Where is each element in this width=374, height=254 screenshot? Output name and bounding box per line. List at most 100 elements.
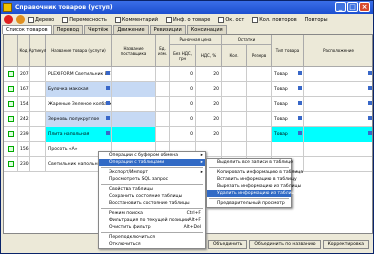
cell-type[interactable]: Товар <box>272 97 304 112</box>
cell-type[interactable]: Товар <box>272 112 304 127</box>
checkbox-repeat-count[interactable]: Кол. повторов <box>252 16 297 23</box>
cell-reserve[interactable] <box>247 97 272 112</box>
cell-vat[interactable]: 20 <box>196 97 222 112</box>
cell-vat[interactable]: 20 <box>196 82 222 97</box>
header-qty[interactable]: Кол. <box>222 45 247 67</box>
merge-by-name-button[interactable]: Объединить по названию <box>249 240 321 249</box>
cell-code[interactable]: 154 <box>18 97 30 112</box>
menu-item[interactable]: Предварительный просмотр <box>207 200 291 207</box>
cell-location[interactable] <box>304 82 372 97</box>
adjustment-button[interactable]: Корректировка <box>322 240 369 249</box>
table-row[interactable]: 2393 Плита напольная 0 20 Товар <box>4 127 372 142</box>
dropdown-icon[interactable] <box>298 101 302 105</box>
cell-reserve[interactable] <box>247 67 272 82</box>
cell-article[interactable] <box>30 82 46 97</box>
cell-location[interactable] <box>304 127 372 142</box>
menu-item[interactable]: Экспорт/Импорт ▸ <box>99 169 205 176</box>
cell-code[interactable]: 1566 <box>18 142 30 157</box>
cell-supplier-name[interactable] <box>112 127 156 142</box>
cell-reserve[interactable] <box>247 82 272 97</box>
cell-unit[interactable] <box>156 127 170 142</box>
cell-unit[interactable] <box>156 112 170 127</box>
dropdown-icon[interactable] <box>298 116 302 120</box>
checkbox-movement[interactable]: Перемесность <box>62 16 107 23</box>
header-vat[interactable]: НДС, % <box>196 45 222 67</box>
dropdown-icon[interactable] <box>368 116 372 120</box>
cell-reserve[interactable] <box>247 112 272 127</box>
cell-article[interactable] <box>30 67 46 82</box>
dropdown-icon[interactable] <box>106 131 110 135</box>
cell-reserve[interactable] <box>247 127 272 142</box>
cell-unit[interactable] <box>156 97 170 112</box>
menu-item[interactable]: Восстановить состояние таблицы <box>99 200 205 207</box>
cell-name[interactable]: PLEXIFORM Светильник BETA <box>46 67 112 82</box>
menu-item[interactable]: Просмотреть SQL запрос <box>99 176 205 183</box>
table-row[interactable]: 154 Жареные Зеленое колбаски 0 20 Товар <box>4 97 372 112</box>
cell-article[interactable] <box>30 157 46 172</box>
cell-code[interactable]: 2393 <box>18 127 30 142</box>
dropdown-icon[interactable] <box>106 86 110 90</box>
header-location[interactable]: Расположение <box>304 35 372 67</box>
menu-item[interactable]: Удалить информацию из таблицы <box>207 190 298 197</box>
tab-drawing[interactable]: Чертёж <box>84 25 113 34</box>
menu-item[interactable]: Копировать информацию в таблица <box>207 169 303 176</box>
cell-code[interactable]: 1672 <box>18 82 30 97</box>
maximize-button[interactable]: □ <box>347 2 358 12</box>
checkbox-comment[interactable]: Комментарий <box>114 16 158 23</box>
checkbox-product-info[interactable]: Инф. о товаре <box>166 16 210 23</box>
menu-item[interactable]: Отключиться <box>99 241 205 248</box>
dropdown-icon[interactable] <box>368 71 372 75</box>
cell-no-vat[interactable]: 0 <box>170 97 196 112</box>
cell-unit[interactable] <box>156 67 170 82</box>
cell-name[interactable]: Жареные Зеленое колбаски <box>46 97 112 112</box>
cell-type[interactable]: Товар <box>272 82 304 97</box>
cell-code[interactable]: 2076 <box>18 67 30 82</box>
cell-qty[interactable] <box>222 112 247 127</box>
cell-qty[interactable] <box>222 127 247 142</box>
label-repeats[interactable]: Повторы <box>305 17 328 23</box>
close-button[interactable]: × <box>359 2 370 12</box>
dropdown-icon[interactable] <box>368 101 372 105</box>
cell-unit[interactable] <box>156 82 170 97</box>
dropdown-icon[interactable] <box>106 71 110 75</box>
cell-qty[interactable] <box>222 142 247 157</box>
cell-code[interactable]: 2423 <box>18 112 30 127</box>
cell-no-vat[interactable]: 0 <box>170 67 196 82</box>
cell-code[interactable]: 2306 <box>18 157 30 172</box>
dropdown-icon[interactable] <box>368 86 372 90</box>
menu-item[interactable]: Операции с таблицами ▸ <box>99 159 205 166</box>
cell-reserve[interactable] <box>247 142 272 157</box>
cell-article[interactable] <box>30 97 46 112</box>
tab-consignment[interactable]: Консинация <box>186 25 227 34</box>
header-reserve[interactable]: Резерв <box>247 45 272 67</box>
cell-no-vat[interactable]: 0 <box>170 112 196 127</box>
menu-item[interactable]: Операции с буфером обмена ▸ <box>99 152 205 159</box>
menu-item[interactable]: Свойства таблицы <box>99 186 205 193</box>
cell-qty[interactable] <box>222 82 247 97</box>
cell-article[interactable] <box>30 142 46 157</box>
cell-name[interactable]: Зерновь полукруглое <box>46 112 112 127</box>
cell-vat[interactable]: 20 <box>196 112 222 127</box>
cell-vat[interactable]: 20 <box>196 67 222 82</box>
cell-article[interactable] <box>30 112 46 127</box>
menu-item[interactable]: Фильтрация по текущей позиции Alt+F <box>99 217 205 224</box>
tab-translation[interactable]: Перевод <box>52 25 84 34</box>
menu-item[interactable]: Вставить информацию в таблицу <box>207 176 297 183</box>
tab-revisions[interactable]: Ревизиции <box>149 25 186 34</box>
dropdown-icon[interactable] <box>298 71 302 75</box>
stop-icon[interactable] <box>4 15 13 24</box>
cell-location[interactable] <box>304 67 372 82</box>
merge-button[interactable]: Объединить <box>207 240 248 249</box>
header-no-vat[interactable]: Без НДС, грн <box>170 45 196 67</box>
header-unit[interactable]: Ед. изм. <box>156 35 170 67</box>
cell-supplier-name[interactable] <box>112 67 156 82</box>
cell-no-vat[interactable]: 0 <box>170 82 196 97</box>
cell-name[interactable]: Плита напольная <box>46 127 112 142</box>
tab-movement[interactable]: Движение <box>113 25 149 34</box>
cell-vat[interactable]: 20 <box>196 127 222 142</box>
dropdown-icon[interactable] <box>298 86 302 90</box>
cell-name[interactable]: Булочка макская <box>46 82 112 97</box>
cell-location[interactable] <box>304 142 372 157</box>
minimize-button[interactable]: _ <box>335 2 346 12</box>
cell-qty[interactable] <box>222 97 247 112</box>
